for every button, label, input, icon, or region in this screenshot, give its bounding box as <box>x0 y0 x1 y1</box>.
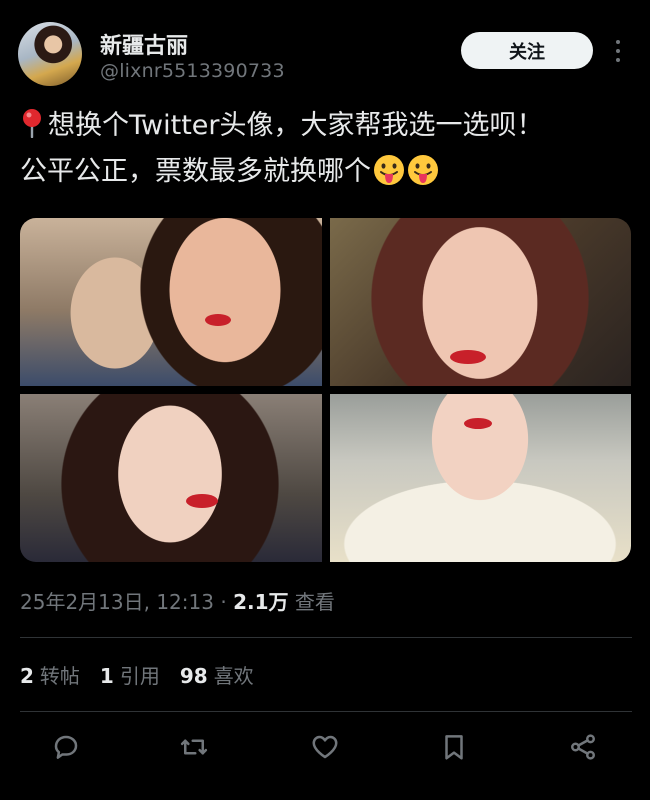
retweets-stat[interactable]: 2 转帖 <box>20 660 80 689</box>
views-count: 2.1万 <box>233 590 289 614</box>
user-avatar[interactable] <box>18 22 82 86</box>
quotes-stat[interactable]: 1 引用 <box>100 660 160 689</box>
face-with-tongue-emoji <box>408 155 438 185</box>
meta-separator: · <box>220 590 227 614</box>
likes-count: 98 <box>179 664 208 688</box>
likes-stat[interactable]: 98 喜欢 <box>180 660 254 689</box>
display-name[interactable]: 新疆古丽 <box>100 28 188 60</box>
tweet-datetime[interactable]: 25年2月13日, 12:13 <box>20 590 214 614</box>
bookmark-icon[interactable] <box>438 731 470 763</box>
quotes-label: 引用 <box>119 664 160 688</box>
retweets-label: 转帖 <box>39 664 80 688</box>
divider <box>20 637 632 638</box>
likes-label: 喜欢 <box>213 664 254 688</box>
retweets-count: 2 <box>20 664 34 688</box>
tweet-stats: 2 转帖 1 引用 98 喜欢 <box>20 660 254 689</box>
tweet-text: 想换个Twitter头像，大家帮我选一选呗！ 公平公正，票数最多就换哪个 <box>20 103 632 195</box>
share-icon[interactable] <box>567 731 599 763</box>
user-handle[interactable]: @lixnr5513390733 <box>100 60 285 82</box>
follow-button[interactable]: 关注 <box>461 32 593 69</box>
tweet-text-line-2: 公平公正，票数最多就换哪个 <box>20 149 632 195</box>
photo-3[interactable] <box>20 394 322 562</box>
photo-2[interactable] <box>330 218 631 386</box>
views-label: 查看 <box>294 590 335 614</box>
divider <box>20 711 632 712</box>
round-pushpin-emoji <box>23 109 41 138</box>
tweet-text-line-2-content: 公平公正，票数最多就换哪个 <box>20 156 371 187</box>
photo-1[interactable] <box>20 218 322 386</box>
photo-4[interactable] <box>330 394 631 562</box>
tweet-header: 新疆古丽 @lixnr5513390733 关注 <box>18 22 632 92</box>
tweet-text-line-1: 想换个Twitter头像，大家帮我选一选呗！ <box>20 103 632 149</box>
like-icon[interactable] <box>309 731 341 763</box>
more-options-icon[interactable] <box>610 36 626 66</box>
retweet-icon[interactable] <box>178 731 210 763</box>
tweet-text-line-1-content: 想换个Twitter头像，大家帮我选一选呗！ <box>48 110 544 141</box>
tweet-meta: 25年2月13日, 12:13 · 2.1万 查看 <box>20 586 335 615</box>
media-grid <box>20 218 631 562</box>
reply-icon[interactable] <box>50 731 82 763</box>
quotes-count: 1 <box>99 664 114 688</box>
action-bar <box>0 725 650 769</box>
face-with-tongue-emoji <box>374 155 404 185</box>
